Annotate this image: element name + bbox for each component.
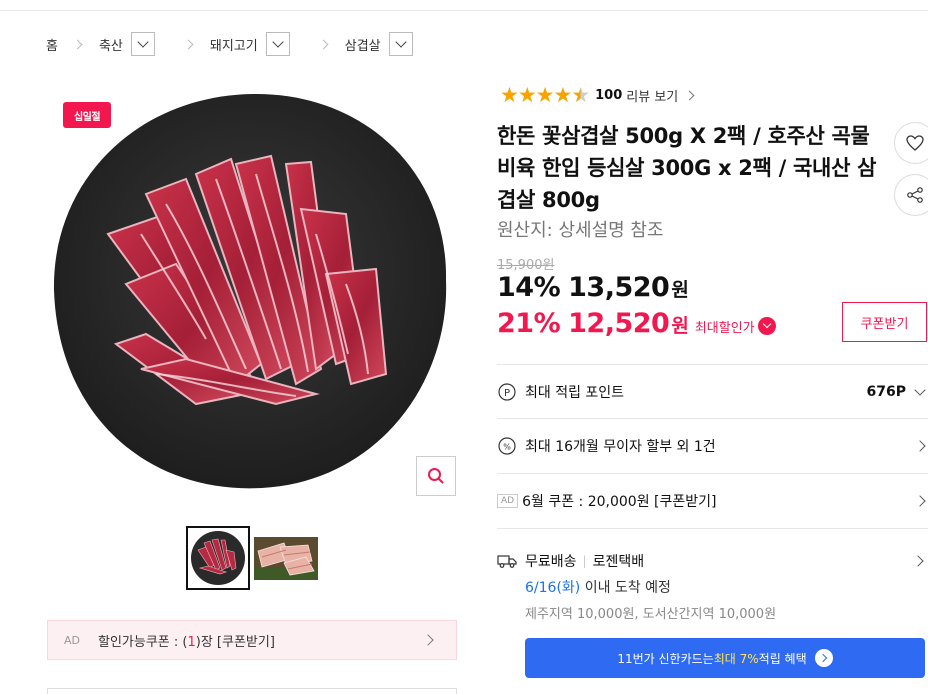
like-button[interactable] (894, 122, 928, 164)
divider: | (582, 554, 587, 568)
shipping-info: 무료배송 | 로젠택배 6/16(화) 이내 도착 예정 제주지역 10,000… (497, 551, 928, 622)
coupon-bar-text: 할인가능쿠폰 : (1)장 [쿠폰받기] (98, 634, 275, 650)
points-row[interactable]: P 최대 적립 포인트 676P (497, 364, 928, 418)
chevron-right-icon (72, 39, 83, 49)
top-divider (0, 10, 928, 11)
installment-arrow (914, 440, 926, 452)
coupon-count: 1 (187, 634, 196, 650)
sale-unit: 원 (671, 279, 689, 301)
max-sale-price: 21% 12,520 원 최대할인가 (497, 308, 776, 339)
chevron-right-icon (422, 634, 434, 646)
thumbnail-2[interactable] (254, 537, 318, 580)
breadcrumb-label[interactable]: 삼겹살 (345, 35, 381, 54)
review-count: 100 (595, 87, 623, 103)
june-coupon-label: 6월 쿠폰 : 20,000원 [쿠폰받기] (522, 494, 717, 510)
next-section-box (47, 688, 457, 694)
breadcrumb-item-livestock: 축산 (99, 32, 155, 56)
extra-shipping-fee: 제주지역 10,000원, 도서산간지역 10,000원 (525, 607, 777, 622)
max-sale-percent: 21% (497, 308, 561, 339)
card-banner-prefix: 11번가 신한카드는 (617, 651, 714, 666)
breadcrumb-item-pork: 돼지고기 (210, 32, 290, 56)
card-banner-suffix: 적립 혜택 (758, 651, 807, 666)
breadcrumb-item-pork-belly: 삼겹살 (345, 32, 413, 56)
chevron-right-icon (318, 39, 329, 49)
delivery-date: 6/16(화) (525, 580, 581, 596)
share-button[interactable] (894, 174, 928, 216)
breadcrumb: 홈 축산 돼지고기 삼겹살 (46, 31, 443, 57)
percent-icon: % (497, 436, 517, 456)
points-label: 최대 적립 포인트 (525, 384, 625, 401)
svg-text:%: % (503, 443, 511, 452)
breadcrumb-dropdown-button[interactable] (388, 32, 413, 56)
star-rating: ★ ★ ★ ★ ★ (500, 83, 591, 107)
rating-summary[interactable]: ★ ★ ★ ★ ★ 100 리뷰 보기 (500, 83, 695, 107)
chevron-right-icon (914, 440, 926, 452)
share-icon (907, 187, 923, 203)
eleven-day-badge: 십일절 (63, 102, 111, 128)
thumbnail-1[interactable] (186, 526, 250, 590)
chevron-down-circle-icon[interactable] (757, 317, 776, 335)
chevron-right-icon (914, 495, 926, 507)
chevron-right-icon (183, 39, 194, 49)
get-coupon-button[interactable]: 쿠폰받기 (842, 302, 927, 342)
product-title: 한돈 꽃삼겹살 500g X 2팩 / 호주산 곡물비육 한입 등심살 300G… (497, 124, 877, 212)
sale-amount: 13,520 (568, 272, 670, 303)
star-icon: ★ (535, 83, 555, 107)
half-star-icon: ★ (571, 83, 591, 107)
chevron-right-icon (684, 90, 695, 100)
card-banner-highlight: 최대 7% (713, 651, 759, 666)
star-icon: ★ (517, 83, 537, 107)
max-sale-unit: 원 (671, 315, 689, 337)
free-shipping-label: 무료배송 (525, 554, 577, 570)
review-link[interactable]: 리뷰 보기 (626, 86, 678, 105)
max-sale-label[interactable]: 최대할인가 (695, 317, 755, 336)
june-coupon-row[interactable]: AD 6월 쿠폰 : 20,000원 [쿠폰받기] (497, 473, 928, 528)
breadcrumb-dropdown-button[interactable] (130, 32, 155, 56)
breadcrumb-label[interactable]: 축산 (99, 35, 123, 54)
heart-icon (906, 135, 924, 151)
magnifier-icon (428, 468, 444, 484)
star-icon: ★ (500, 83, 519, 107)
product-origin: 원산지: 상세설명 참조 (497, 220, 664, 241)
shipping-method: 무료배송 | 로젠택배 (497, 551, 928, 571)
sale-percent: 14% (497, 272, 561, 303)
breadcrumb-label[interactable]: 돼지고기 (210, 35, 258, 54)
ad-label: AD (64, 633, 80, 647)
points-value-wrap: 676P (866, 383, 926, 400)
carrier-label: 로젠택배 (592, 554, 645, 570)
coupon-bar[interactable]: AD 할인가능쿠폰 : (1)장 [쿠폰받기] (47, 620, 457, 660)
arrow-circle-icon (814, 649, 833, 667)
svg-text:P: P (504, 388, 510, 399)
installment-label: 최대 16개월 무이자 할부 외 1건 (525, 439, 716, 455)
chevron-down-icon (914, 383, 926, 396)
points-value: 676P (866, 383, 906, 400)
delivery-estimate: 6/16(화) 이내 도착 예정 (525, 580, 671, 596)
breadcrumb-home[interactable]: 홈 (46, 35, 58, 54)
star-icon: ★ (553, 83, 573, 107)
original-price: 15,900원 (497, 258, 555, 273)
product-main-image[interactable] (46, 84, 458, 496)
breadcrumb-dropdown-button[interactable] (265, 32, 290, 56)
point-icon: P (497, 382, 517, 402)
max-sale-amount: 12,520 (568, 308, 670, 339)
sale-price: 14% 13,520 원 (497, 272, 689, 303)
card-promo-banner[interactable]: 11번가 신한카드는 최대 7% 적립 혜택 (525, 638, 925, 678)
zoom-button[interactable] (416, 456, 456, 496)
installment-row[interactable]: % 최대 16개월 무이자 할부 외 1건 (497, 418, 928, 473)
truck-icon (497, 551, 517, 571)
june-coupon-arrow (914, 495, 926, 507)
ad-label: AD (497, 494, 519, 508)
